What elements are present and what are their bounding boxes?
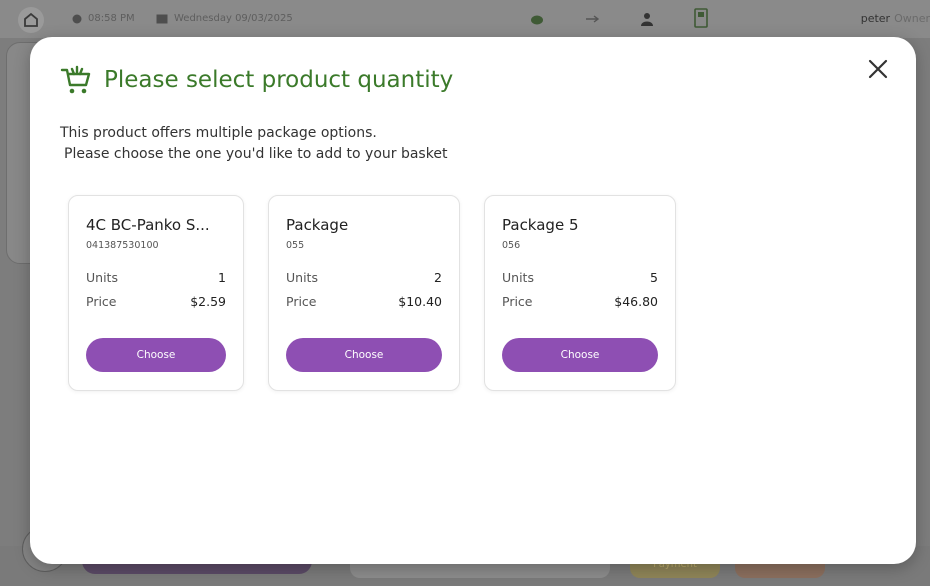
package-card: Package 5 056 Units 5 Price $46.80 Choos… (484, 195, 676, 391)
choose-button[interactable]: Choose (502, 338, 658, 372)
package-name: Package (286, 216, 349, 234)
price-value: $2.59 (190, 294, 226, 309)
package-select-modal: Please select product quantity This prod… (30, 37, 916, 564)
cloud-icon (531, 15, 543, 25)
package-card: Package 055 Units 2 Price $10.40 Choose (268, 195, 460, 391)
package-card: 4C BC-Panko S... 041387530100 Units 1 Pr… (68, 195, 244, 391)
home-icon (24, 12, 38, 27)
close-icon[interactable] (866, 57, 890, 81)
package-list: 4C BC-Panko S... 041387530100 Units 1 Pr… (68, 195, 676, 391)
price-row: Price $10.40 (286, 294, 442, 309)
cart-icon (60, 65, 91, 94)
units-value: 2 (434, 270, 442, 285)
price-label: Price (86, 294, 117, 309)
price-row: Price $46.80 (502, 294, 658, 309)
price-row: Price $2.59 (86, 294, 226, 309)
user-role: Owner (894, 12, 930, 25)
choose-button[interactable]: Choose (86, 338, 226, 372)
modal-description: This product offers multiple package opt… (60, 123, 447, 165)
package-code: 055 (286, 240, 305, 251)
units-label: Units (502, 270, 534, 285)
units-row: Units 2 (286, 270, 442, 285)
choose-button[interactable]: Choose (286, 338, 442, 372)
units-label: Units (86, 270, 118, 285)
price-value: $10.40 (398, 294, 442, 309)
description-line-1: This product offers multiple package opt… (60, 125, 377, 141)
date-display: Wednesday 09/03/2025 (156, 13, 293, 24)
price-label: Price (502, 294, 533, 309)
clock-icon (72, 14, 82, 23)
modal-title: Please select product quantity (104, 67, 454, 93)
usb-icon (586, 15, 599, 23)
package-code: 056 (502, 240, 521, 251)
package-name: Package 5 (502, 216, 579, 234)
price-value: $46.80 (614, 294, 658, 309)
units-value: 1 (218, 270, 226, 285)
device-icon (694, 8, 708, 28)
package-code: 041387530100 (86, 240, 159, 251)
user-area[interactable]: peter Owner (861, 12, 930, 25)
date-text: Wednesday 09/03/2025 (174, 13, 293, 24)
top-bar: 08:58 PM Wednesday 09/03/2025 peter Owner (0, 0, 930, 38)
units-row: Units 5 (502, 270, 658, 285)
home-button[interactable] (18, 7, 44, 33)
calendar-icon (156, 14, 168, 24)
units-row: Units 1 (86, 270, 226, 285)
package-name: 4C BC-Panko S... (86, 216, 210, 234)
units-value: 5 (650, 270, 658, 285)
time-text: 08:58 PM (88, 13, 135, 24)
person-icon (641, 13, 653, 26)
time-display: 08:58 PM (72, 13, 135, 24)
modal-header: Please select product quantity (60, 65, 453, 95)
price-label: Price (286, 294, 317, 309)
units-label: Units (286, 270, 318, 285)
description-line-2: Please choose the one you'd like to add … (64, 146, 448, 162)
user-name: peter (860, 12, 891, 25)
